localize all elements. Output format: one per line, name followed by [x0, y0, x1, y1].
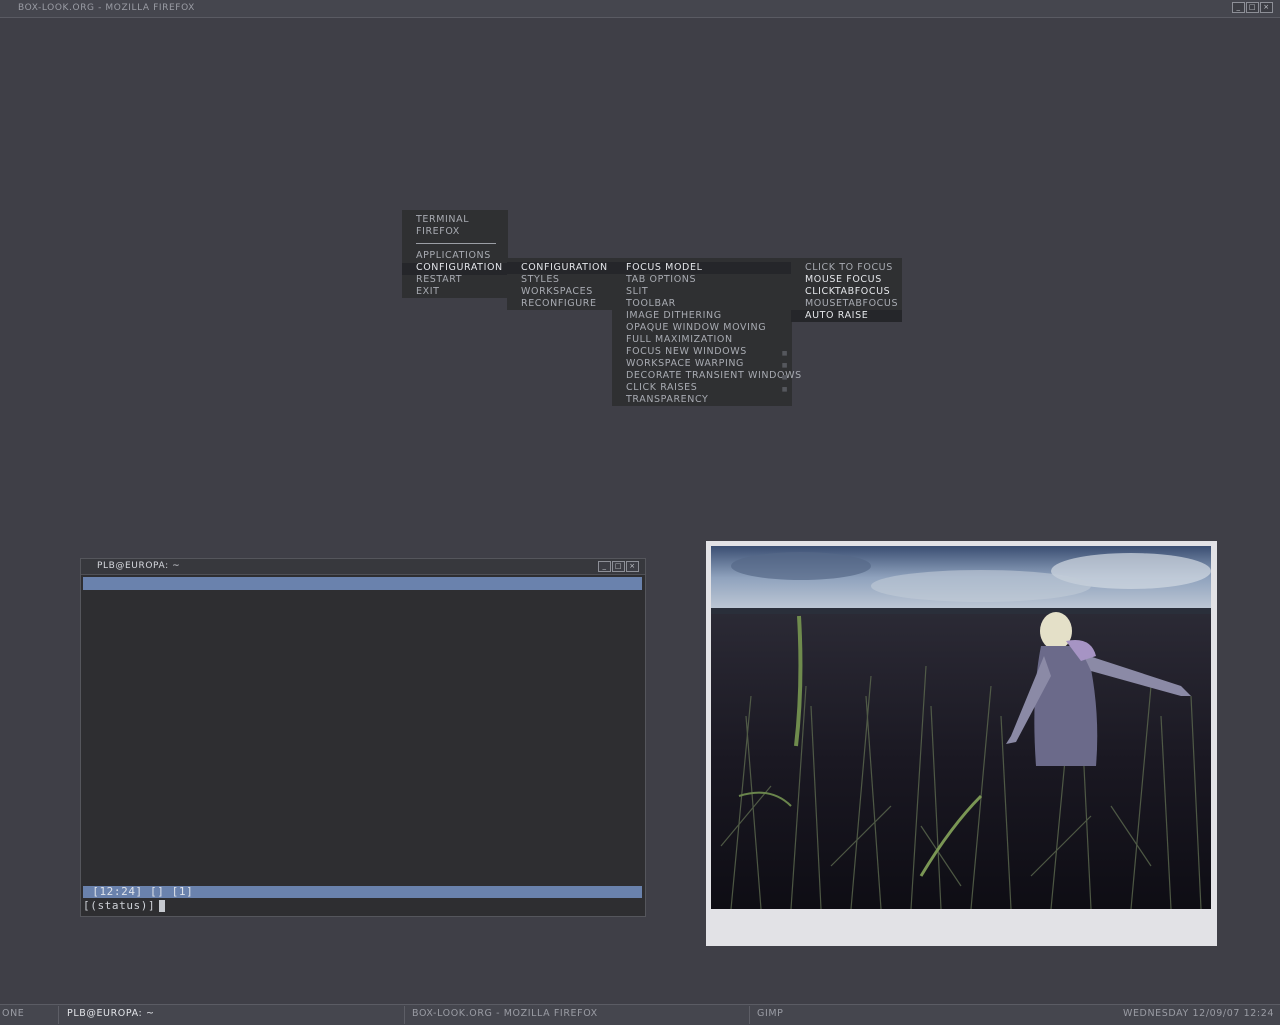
- menu-item-workspace-warping[interactable]: WORKSPACE WARPING: [626, 358, 744, 370]
- menu-item-decorate-transient-windows[interactable]: DECORATE TRANSIENT WINDOWS: [626, 370, 802, 382]
- menu-item-toolbar[interactable]: TOOLBAR: [626, 298, 676, 310]
- checkbox-indicator-icon: ■: [781, 374, 788, 381]
- minimize-icon[interactable]: _: [1232, 2, 1245, 13]
- task-gimp[interactable]: GIMP: [757, 1008, 784, 1019]
- menu-item-slit[interactable]: SLIT: [626, 286, 648, 298]
- window-controls: _ □ ×: [1232, 2, 1273, 13]
- girl-in-field-photo: [711, 546, 1211, 909]
- task-firefox[interactable]: BOX-LOOK.ORG - MOZILLA FIREFOX: [412, 1008, 598, 1019]
- menu-separator: [416, 243, 496, 244]
- maximize-icon[interactable]: □: [1246, 2, 1259, 13]
- task-terminal[interactable]: PLB@EUROPA: ~: [67, 1008, 155, 1019]
- taskbar-divider: [749, 1006, 750, 1024]
- menu-item-styles[interactable]: STYLES: [521, 274, 560, 286]
- menu-item-focus-new-windows[interactable]: FOCUS NEW WINDOWS: [626, 346, 747, 358]
- terminal-window-controls: _ □ ×: [598, 561, 639, 572]
- minimize-icon[interactable]: _: [598, 561, 611, 572]
- taskbar-divider: [404, 1006, 405, 1024]
- focus-model-menu: CLICK TO FOCUS MOUSE FOCUS CLICKTABFOCUS…: [791, 258, 902, 322]
- menu-item-mouse-focus[interactable]: MOUSE FOCUS: [805, 274, 882, 286]
- workspace-name[interactable]: ONE: [2, 1008, 24, 1019]
- menu-item-applications[interactable]: APPLICATIONS: [416, 250, 491, 262]
- menu-item-focus-model[interactable]: FOCUS MODEL: [626, 262, 702, 274]
- checkbox-indicator-icon: ■: [781, 350, 788, 357]
- maximize-icon[interactable]: □: [612, 561, 625, 572]
- menu-item-opaque-window-moving[interactable]: OPAQUE WINDOW MOVING: [626, 322, 766, 334]
- terminal-prompt: [(status)]: [83, 899, 156, 912]
- focus-options-menu: FOCUS MODEL TAB OPTIONS SLIT TOOLBAR IMA…: [612, 258, 801, 406]
- menu-item-exit[interactable]: EXIT: [416, 286, 440, 298]
- terminal-top-bar: [83, 577, 642, 590]
- menu-item-clicktabfocus[interactable]: CLICKTABFOCUS: [805, 286, 890, 298]
- terminal-window[interactable]: PLB@EUROPA: ~ _ □ × [12:24] [] [1] [(sta…: [80, 558, 646, 917]
- menu-item-click-to-focus[interactable]: CLICK TO FOCUS: [805, 262, 893, 274]
- taskbar: ONE PLB@EUROPA: ~ BOX-LOOK.ORG - MOZILLA…: [0, 1004, 1280, 1025]
- terminal-prompt-line[interactable]: [(status)]: [83, 899, 166, 912]
- menu-item-click-raises[interactable]: CLICK RAISES: [626, 382, 697, 394]
- root-menu: TERMINAL FIREFOX APPLICATIONS CONFIGURAT…: [402, 210, 508, 298]
- menu-item-configuration[interactable]: CONFIGURATION: [416, 262, 503, 274]
- photo-image: [711, 546, 1211, 909]
- menu-item-terminal[interactable]: TERMINAL: [416, 214, 469, 226]
- configuration-menu: CONFIGURATION STYLES WORKSPACES RECONFIG…: [507, 258, 613, 310]
- taskbar-divider: [58, 1006, 59, 1024]
- menu-item-workspaces[interactable]: WORKSPACES: [521, 286, 593, 298]
- menu-item-transparency[interactable]: TRANSPARENCY: [626, 394, 708, 406]
- terminal-status-line: [12:24] [] [1]: [85, 885, 194, 898]
- terminal-title: PLB@EUROPA: ~: [97, 561, 181, 571]
- terminal-titlebar[interactable]: PLB@EUROPA: ~ _ □ ×: [81, 559, 645, 575]
- menu-item-mousetabfocus[interactable]: MOUSETABFOCUS: [805, 298, 898, 310]
- gimp-image-window[interactable]: [706, 541, 1217, 946]
- terminal-status-bar: [12:24] [] [1]: [83, 886, 642, 898]
- close-icon[interactable]: ×: [1260, 2, 1273, 13]
- menu-item-firefox[interactable]: FIREFOX: [416, 226, 460, 238]
- menu-item-configuration-sub[interactable]: CONFIGURATION: [521, 262, 608, 274]
- menu-item-auto-raise[interactable]: AUTO RAISE: [805, 310, 868, 322]
- menu-item-tab-options[interactable]: TAB OPTIONS: [626, 274, 696, 286]
- menu-item-full-maximization[interactable]: FULL MAXIMIZATION: [626, 334, 733, 346]
- close-icon[interactable]: ×: [626, 561, 639, 572]
- checkbox-indicator-icon: ■: [781, 386, 788, 393]
- menu-item-reconfigure[interactable]: RECONFIGURE: [521, 298, 597, 310]
- menu-item-restart[interactable]: RESTART: [416, 274, 462, 286]
- top-window-titlebar[interactable]: BOX-LOOK.ORG - MOZILLA FIREFOX _ □ ×: [0, 0, 1280, 18]
- menu-item-image-dithering[interactable]: IMAGE DITHERING: [626, 310, 722, 322]
- text-cursor: [159, 900, 166, 912]
- checkbox-indicator-icon: ■: [781, 362, 788, 369]
- clock: WEDNESDAY 12/09/07 12:24: [1122, 1008, 1274, 1019]
- window-title: BOX-LOOK.ORG - MOZILLA FIREFOX: [18, 3, 195, 13]
